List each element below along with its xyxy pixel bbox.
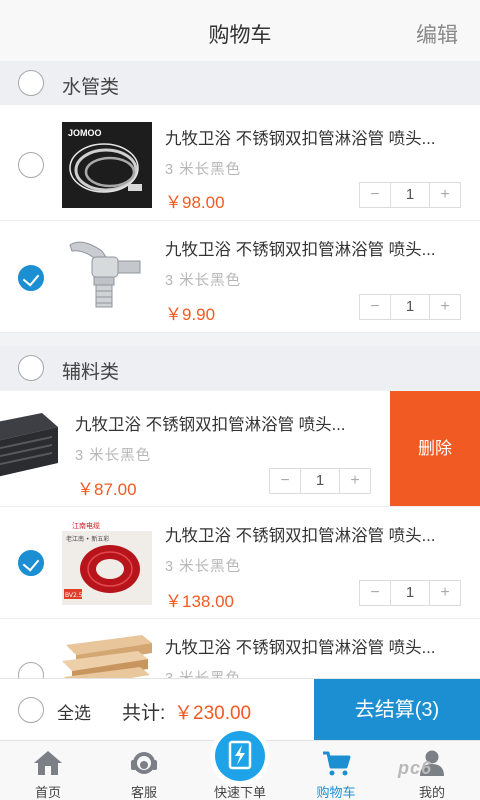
cart-item: 九牧卫浴 不锈钢双扣管淋浴管 喷头... 3 米长黑色	[0, 619, 480, 678]
edit-button[interactable]: 编辑	[416, 19, 458, 49]
product-image[interactable]	[0, 405, 62, 491]
product-name[interactable]: 九牧卫浴 不锈钢双扣管淋浴管 喷头...	[75, 411, 345, 435]
headset-icon	[131, 752, 157, 774]
product-price: ￥87.00	[77, 480, 137, 499]
decrease-button[interactable]: −	[270, 469, 300, 493]
item-select-checkbox[interactable]	[18, 152, 44, 178]
product-spec: 3 米长黑色	[165, 273, 242, 289]
decrease-button[interactable]: −	[360, 183, 390, 207]
spec-text: BV2.5	[65, 592, 83, 599]
tab-label: 首页	[34, 785, 61, 800]
home-icon	[34, 751, 62, 775]
tab-cart[interactable]: 购物车	[288, 741, 384, 800]
quantity-stepper: − 1 +	[359, 294, 461, 320]
decrease-button[interactable]: −	[360, 581, 390, 605]
group-select-checkbox[interactable]	[18, 70, 44, 96]
quantity-value[interactable]: 1	[300, 469, 340, 493]
product-image[interactable]: 江南电缆 老江南 • 新五彩 BV2.5	[62, 519, 152, 605]
product-spec: 3 米长黑色	[165, 162, 242, 178]
product-name[interactable]: 九牧卫浴 不锈钢双扣管淋浴管 喷头...	[165, 125, 435, 149]
brand-text: 江南电缆	[72, 521, 100, 530]
product-price: ￥98.00	[165, 193, 225, 212]
product-price: ￥138.00	[165, 592, 234, 611]
tab-quick-order[interactable]: 快速下单	[192, 731, 288, 800]
quick-order-icon	[215, 731, 265, 781]
product-spec: 3 米长黑色	[75, 448, 152, 464]
checkout-button[interactable]: 去结算(3)	[314, 679, 480, 741]
select-all-checkbox[interactable]	[18, 697, 44, 723]
product-name[interactable]: 九牧卫浴 不锈钢双扣管淋浴管 喷头...	[165, 522, 435, 546]
item-select-checkbox[interactable]	[18, 662, 44, 678]
group-select-checkbox[interactable]	[18, 355, 44, 381]
watermark: pc6	[398, 758, 433, 778]
delete-button[interactable]: 删除	[390, 391, 480, 506]
product-spec: 3 米长黑色	[165, 667, 241, 678]
item-select-checkbox[interactable]	[18, 550, 44, 576]
select-all-label[interactable]: 全选	[57, 699, 91, 724]
group-title: 辅料类	[62, 362, 120, 383]
tab-label: 我的	[418, 785, 445, 800]
nav-header: 购物车 编辑	[0, 0, 480, 62]
quantity-value[interactable]: 1	[390, 581, 430, 605]
product-image[interactable]	[62, 231, 152, 317]
cart-item: 九牧卫浴 不锈钢双扣管淋浴管 喷头... 3 米长黑色 ￥9.90 − 1 +	[0, 221, 480, 333]
decrease-button[interactable]: −	[360, 295, 390, 319]
group-header-accessories: 辅料类	[0, 346, 480, 390]
cart-icon	[323, 751, 351, 776]
total-value: ￥230.00	[174, 703, 252, 724]
total-label: 共计:	[122, 703, 166, 724]
brand-text: JOMOO	[68, 128, 102, 138]
quantity-value[interactable]: 1	[390, 295, 430, 319]
product-price: ￥9.90	[165, 305, 216, 324]
page-title: 购物车	[208, 24, 272, 47]
increase-button[interactable]: +	[430, 183, 460, 207]
quantity-stepper: − 1 +	[359, 182, 461, 208]
group-title: 水管类	[62, 77, 120, 98]
product-image[interactable]: JOMOO	[62, 122, 152, 208]
increase-button[interactable]: +	[430, 295, 460, 319]
tab-label: 购物车	[316, 785, 356, 800]
quantity-stepper: − 1 +	[359, 580, 461, 606]
product-name[interactable]: 九牧卫浴 不锈钢双扣管淋浴管 喷头...	[165, 634, 435, 658]
item-select-checkbox[interactable]	[18, 265, 44, 291]
product-image[interactable]	[62, 631, 152, 678]
increase-button[interactable]: +	[430, 581, 460, 605]
slogan-text: 老江南 • 新五彩	[66, 535, 109, 543]
tab-home[interactable]: 首页	[0, 741, 96, 800]
cart-item-swiped: 九牧卫浴 不锈钢双扣管淋浴管 喷头... 3 米长黑色 ￥87.00 − 1 +…	[0, 391, 480, 507]
tab-label: 快速下单	[213, 785, 266, 800]
tab-label: 客服	[130, 785, 157, 800]
group-header-water-pipe: 水管类	[0, 61, 480, 105]
product-spec: 3 米长黑色	[165, 559, 242, 575]
increase-button[interactable]: +	[340, 469, 370, 493]
product-name[interactable]: 九牧卫浴 不锈钢双扣管淋浴管 喷头...	[165, 236, 435, 260]
quantity-stepper: − 1 +	[269, 468, 371, 494]
cart-item: JOMOO 九牧卫浴 不锈钢双扣管淋浴管 喷头... 3 米长黑色 ￥98.00…	[0, 105, 480, 221]
cart-item: 江南电缆 老江南 • 新五彩 BV2.5 九牧卫浴 不锈钢双扣管淋浴管 喷头..…	[0, 507, 480, 619]
quantity-value[interactable]: 1	[390, 183, 430, 207]
tab-service[interactable]: 客服	[96, 741, 192, 800]
